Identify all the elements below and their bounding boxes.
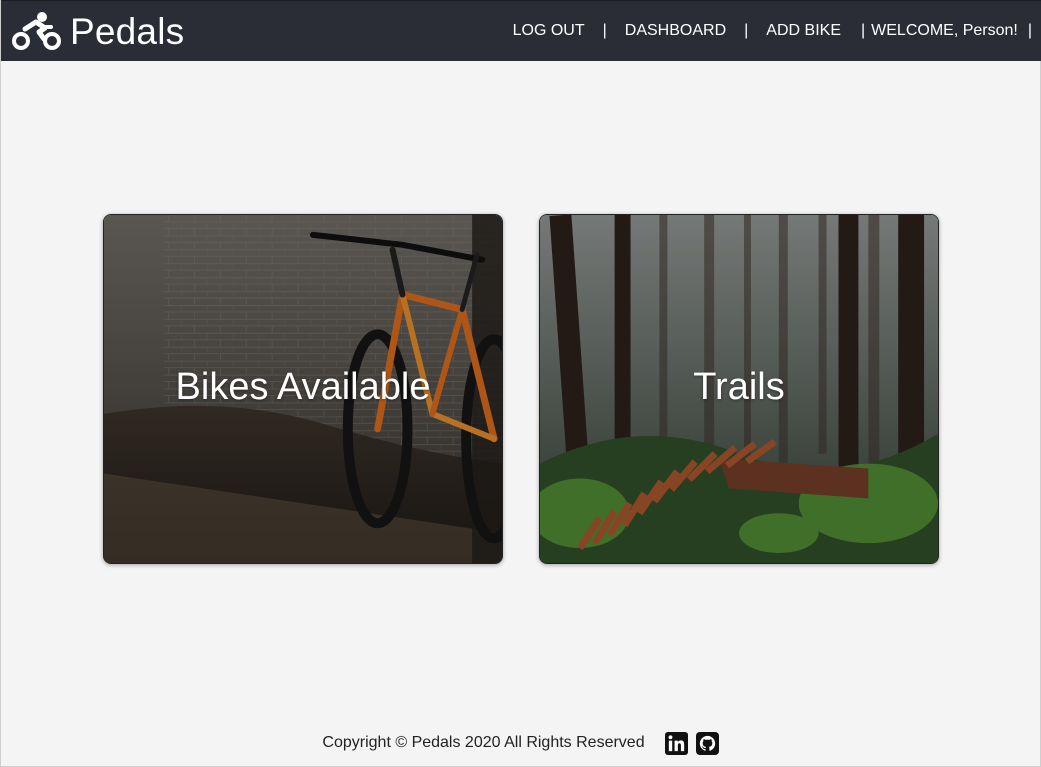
navbar: Pedals LOG OUT | DASHBOARD | ADD BIKE | … xyxy=(1,0,1041,61)
nav-separator: | xyxy=(744,22,749,39)
footer: Copyright © Pedals 2020 All Rights Reser… xyxy=(1,728,1040,758)
welcome-message: WELCOME, Person! xyxy=(871,22,1018,39)
trails-title: Trails xyxy=(693,366,785,408)
add-bike-link[interactable]: ADD BIKE xyxy=(766,22,841,40)
nav-separator: | xyxy=(602,22,607,39)
brand-logo-link[interactable]: Pedals xyxy=(1,11,184,51)
logout-link[interactable]: LOG OUT xyxy=(513,22,585,40)
nav-separator: | xyxy=(860,22,866,39)
cyclist-icon xyxy=(12,12,61,50)
dashboard-link[interactable]: DASHBOARD xyxy=(625,22,726,40)
copyright-text: Copyright © Pedals 2020 All Rights Reser… xyxy=(322,734,645,751)
bikes-available-title: Bikes Available xyxy=(175,366,431,408)
brand-name: Pedals xyxy=(70,10,185,52)
social-links xyxy=(657,731,719,755)
trails-card[interactable]: Trails xyxy=(539,214,939,564)
linkedin-icon[interactable] xyxy=(664,731,688,755)
bikes-available-card[interactable]: Bikes Available xyxy=(103,214,503,564)
nav-separator: | xyxy=(1027,22,1032,39)
nav-menu: LOG OUT | DASHBOARD | ADD BIKE | WELCOME… xyxy=(513,22,1041,40)
github-icon[interactable] xyxy=(695,731,719,755)
